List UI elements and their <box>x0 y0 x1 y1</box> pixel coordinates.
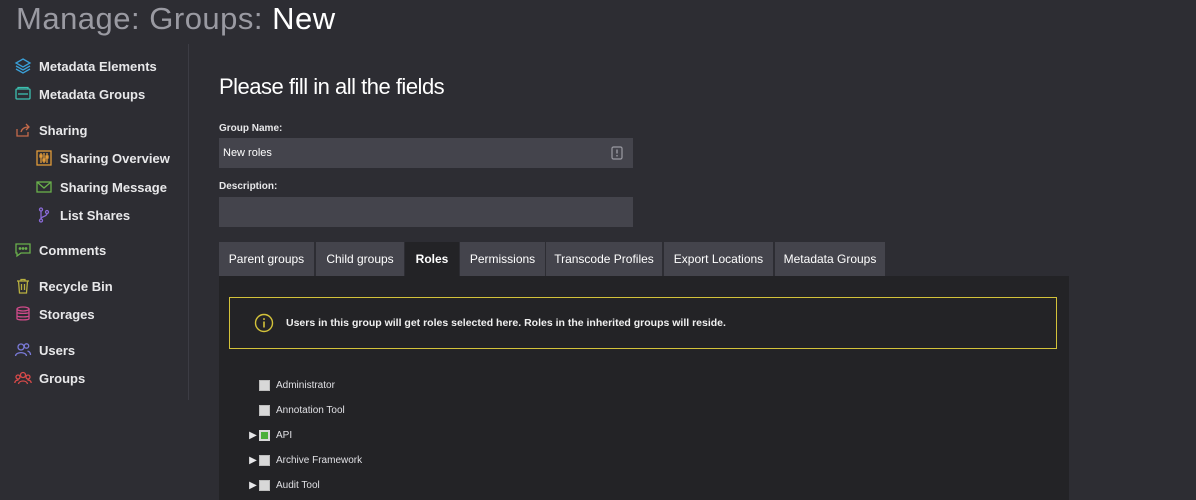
group-name-input[interactable] <box>219 138 633 168</box>
comment-icon <box>14 241 32 259</box>
description-label: Description: <box>219 181 278 192</box>
sidebar-item-label: Users <box>39 342 76 358</box>
tab-export-locations[interactable]: Export Locations <box>664 242 773 276</box>
sidebar-item-label: Sharing Message <box>60 179 167 195</box>
sidebar-item-groups[interactable]: Groups <box>14 366 85 390</box>
folders-icon <box>14 85 32 103</box>
info-alert: Users in this group will get roles selec… <box>229 297 1057 349</box>
form-heading: Please fill in all the fields <box>219 74 445 99</box>
sidebar-item-metadata-elements[interactable]: Metadata Elements <box>14 54 157 78</box>
roles-panel: Users in this group will get roles selec… <box>219 276 1069 500</box>
sidebar-item-label: Sharing <box>39 122 88 138</box>
page-title-current: New <box>272 1 336 36</box>
sliders-icon <box>35 149 53 167</box>
page-title-breadcrumb: Manage: Groups: <box>16 1 273 36</box>
role-item: Administrator <box>247 377 335 393</box>
tab-child-groups[interactable]: Child groups <box>316 242 404 276</box>
sidebar-item-metadata-groups[interactable]: Metadata Groups <box>14 82 145 106</box>
sidebar-item-storages[interactable]: Storages <box>14 302 95 326</box>
sidebar: Metadata Elements Metadata Groups Sharin… <box>0 44 189 400</box>
role-item: Annotation Tool <box>247 402 345 418</box>
group-name-label: Group Name: <box>219 123 283 134</box>
users-icon <box>14 341 32 359</box>
role-checkbox-audit-tool[interactable] <box>259 479 270 491</box>
tab-roles[interactable]: Roles <box>405 242 459 276</box>
tab-transcode-profiles[interactable]: Transcode Profiles <box>546 242 662 276</box>
share-icon <box>14 121 32 139</box>
sidebar-item-sharing-overview[interactable]: Sharing Overview <box>35 146 170 170</box>
sidebar-item-sharing-message[interactable]: Sharing Message <box>35 175 167 199</box>
role-item: ▶ Archive Framework <box>247 452 362 468</box>
database-icon <box>14 305 32 323</box>
role-item: ▶ API <box>247 427 292 443</box>
sidebar-item-label: Metadata Groups <box>39 86 146 102</box>
layers-icon <box>14 57 32 75</box>
sidebar-item-label: Comments <box>39 242 107 258</box>
role-checkbox-api[interactable] <box>259 429 270 441</box>
role-checkbox-administrator[interactable] <box>259 379 270 391</box>
sidebar-item-recycle-bin[interactable]: Recycle Bin <box>14 274 113 298</box>
password-manager-icon[interactable] <box>611 146 623 160</box>
groups-icon <box>14 369 32 387</box>
trash-icon <box>14 277 32 295</box>
sidebar-item-label: Metadata Elements <box>39 58 157 74</box>
description-input[interactable] <box>219 197 633 227</box>
envelope-icon <box>35 178 53 196</box>
role-label: Audit Tool <box>276 479 320 491</box>
role-label: Archive Framework <box>276 454 363 466</box>
expand-arrow-icon[interactable]: ▶ <box>247 430 259 441</box>
role-label: Annotation Tool <box>276 404 345 416</box>
role-checkbox-archive-framework[interactable] <box>259 454 270 466</box>
sidebar-item-label: List Shares <box>60 207 131 223</box>
tab-metadata-groups[interactable]: Metadata Groups <box>775 242 885 276</box>
sidebar-item-users[interactable]: Users <box>14 338 75 362</box>
role-checkbox-annotation-tool[interactable] <box>259 404 270 416</box>
tab-permissions[interactable]: Permissions <box>460 242 545 276</box>
info-icon <box>254 313 274 333</box>
sidebar-item-label: Groups <box>39 370 86 386</box>
tab-parent-groups[interactable]: Parent groups <box>219 242 314 276</box>
branch-icon <box>35 206 53 224</box>
page-title: Manage: Groups: New <box>16 0 336 38</box>
sidebar-item-label: Storages <box>39 306 95 322</box>
role-label: Administrator <box>276 379 335 391</box>
sidebar-item-label: Sharing Overview <box>60 150 170 166</box>
sidebar-item-label: Recycle Bin <box>39 278 113 294</box>
role-item: ▶ Audit Tool <box>247 477 320 493</box>
expand-arrow-icon[interactable]: ▶ <box>247 455 259 466</box>
sidebar-item-sharing[interactable]: Sharing <box>14 118 87 142</box>
role-label: API <box>276 429 293 441</box>
expand-arrow-icon[interactable]: ▶ <box>247 480 259 491</box>
info-text: Users in this group will get roles selec… <box>286 317 726 329</box>
sidebar-item-comments[interactable]: Comments <box>14 238 106 262</box>
sidebar-item-list-shares[interactable]: List Shares <box>35 203 130 227</box>
